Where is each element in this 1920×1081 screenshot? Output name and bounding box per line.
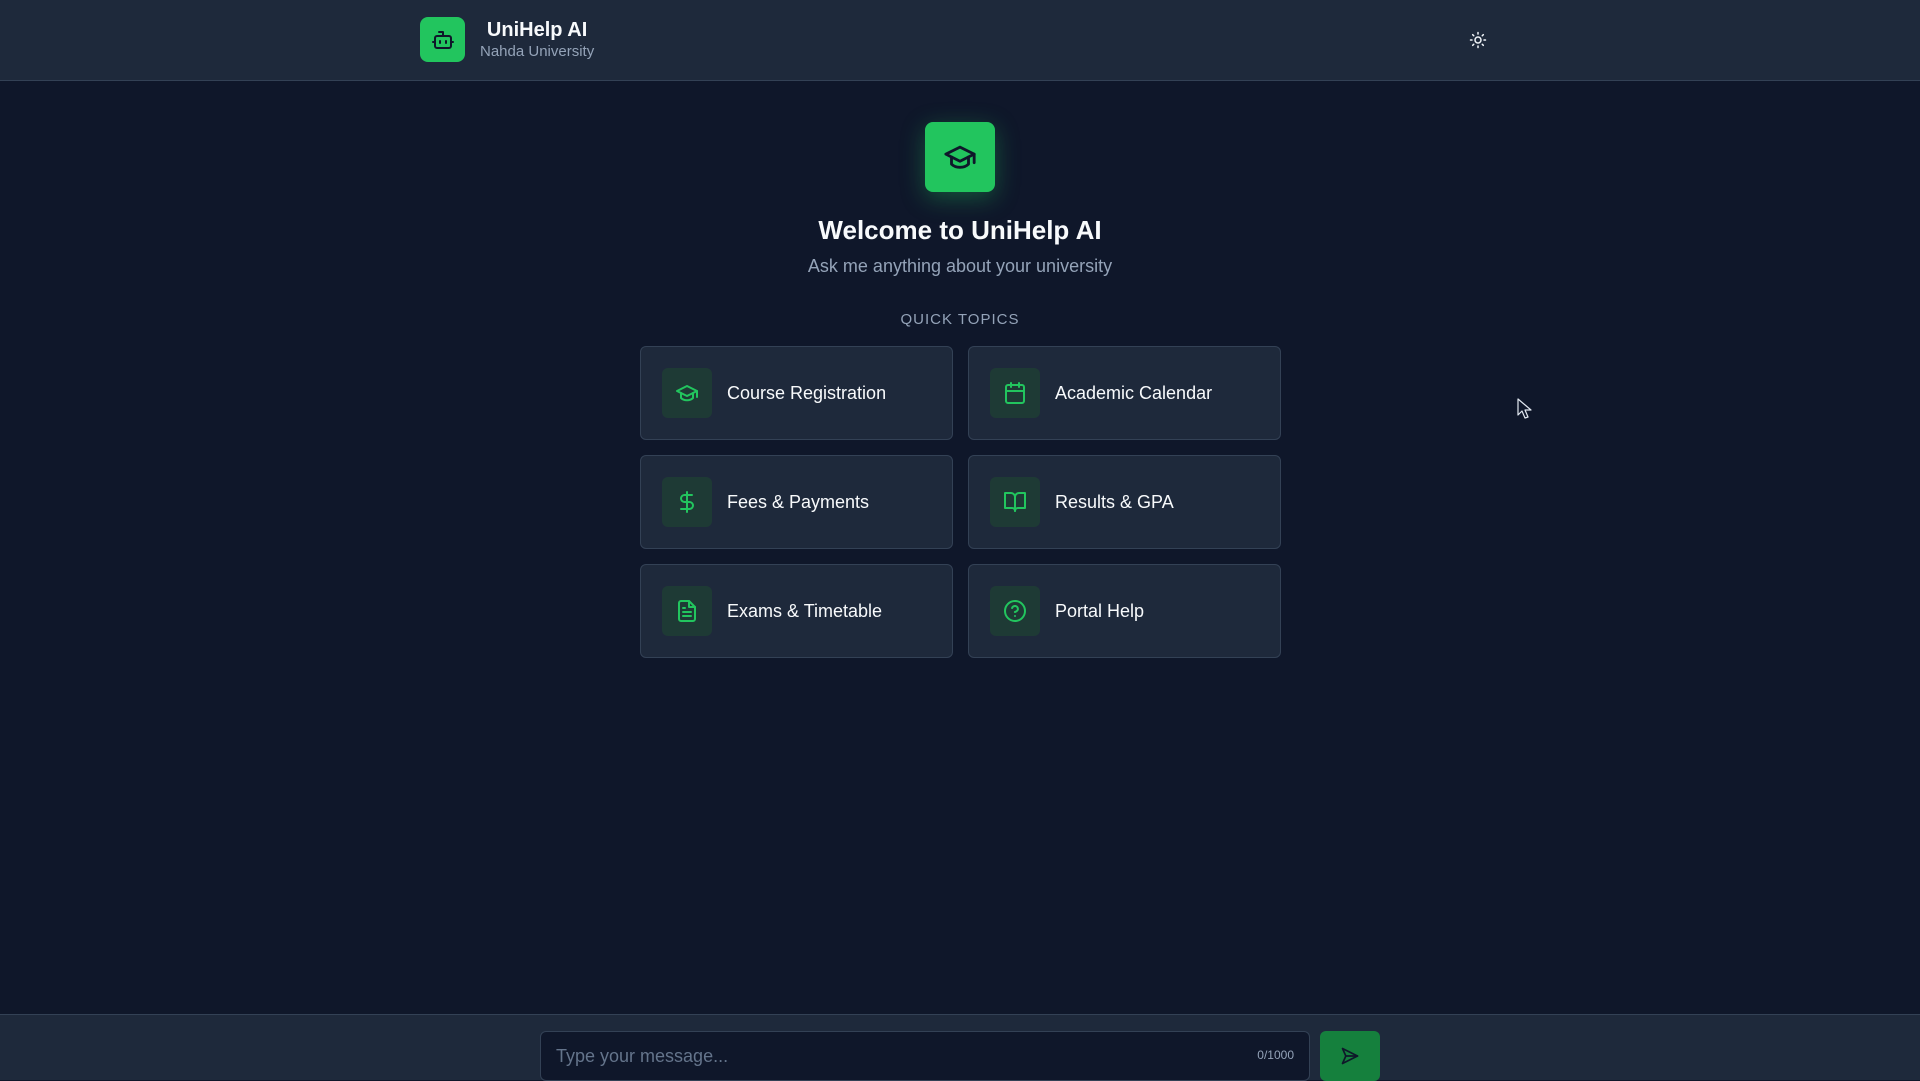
topic-portal-help[interactable]: Portal Help <box>968 564 1281 658</box>
topic-results-gpa[interactable]: Results & GPA <box>968 455 1281 549</box>
graduation-cap-icon <box>925 122 995 192</box>
send-icon <box>1341 1047 1359 1065</box>
topic-academic-calendar[interactable]: Academic Calendar <box>968 346 1281 440</box>
brand-text: UniHelp AI Nahda University <box>480 18 594 61</box>
sun-icon <box>1469 31 1487 49</box>
topic-label: Fees & Payments <box>727 491 870 512</box>
send-button[interactable] <box>1320 1031 1380 1081</box>
topic-label: Academic Calendar <box>1055 382 1213 403</box>
message-input[interactable] <box>541 1032 1221 1080</box>
book-open-icon <box>990 477 1040 527</box>
topic-label: Course Registration <box>727 382 887 403</box>
topic-exams-timetable[interactable]: Exams & Timetable <box>640 564 953 658</box>
calendar-icon <box>990 368 1040 418</box>
topic-label: Portal Help <box>1055 600 1145 621</box>
topic-label: Results & GPA <box>1055 491 1174 512</box>
brand: UniHelp AI Nahda University <box>420 17 594 62</box>
topic-label: Exams & Timetable <box>727 600 883 621</box>
composer-bar: 0/1000 <box>0 1014 1920 1081</box>
graduation-cap-icon <box>662 368 712 418</box>
app-title: UniHelp AI <box>486 19 588 41</box>
mouse-cursor-icon <box>1517 398 1532 419</box>
app-header: UniHelp AI Nahda University <box>0 0 1920 81</box>
dollar-icon <box>662 477 712 527</box>
help-circle-icon <box>990 586 1040 636</box>
message-input-wrapper: 0/1000 <box>540 1031 1310 1081</box>
robot-icon <box>420 17 465 62</box>
welcome-title: Welcome to UniHelp AI <box>818 215 1102 245</box>
welcome-subtitle: Ask me anything about your university <box>807 256 1113 276</box>
topic-fees-payments[interactable]: Fees & Payments <box>640 455 953 549</box>
character-counter: 0/1000 <box>1257 1048 1294 1062</box>
topic-course-registration[interactable]: Course Registration <box>640 346 953 440</box>
document-icon <box>662 586 712 636</box>
app-subtitle: Nahda University <box>480 43 595 60</box>
theme-toggle-button[interactable] <box>1462 24 1494 56</box>
quick-topics-label: QUICK TOPICS <box>900 311 1020 328</box>
